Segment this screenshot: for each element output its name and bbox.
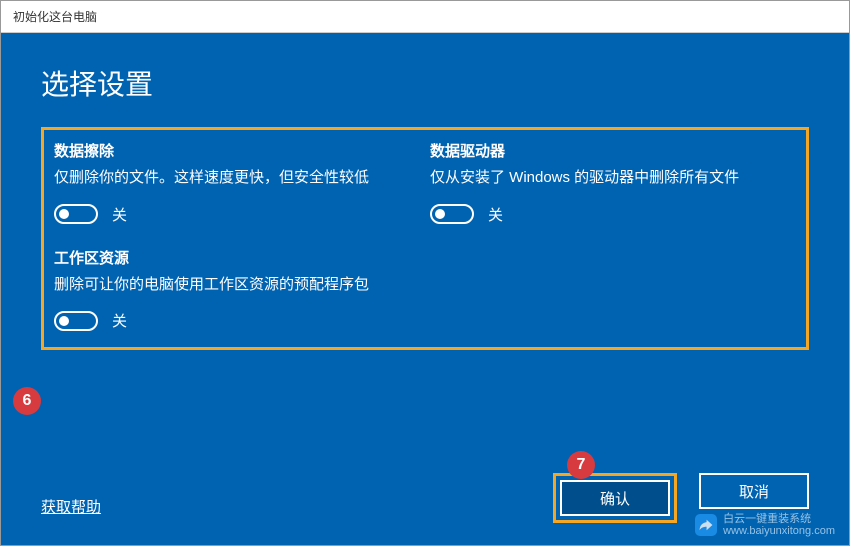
option-data-erase-desc: 仅删除你的文件。这样速度更快，但安全性较低: [54, 167, 420, 190]
confirm-highlight: 确认: [553, 473, 677, 523]
option-workspace-title: 工作区资源: [54, 247, 420, 268]
toggle-knob-icon: [435, 209, 445, 219]
content-area: 选择设置 数据擦除 仅删除你的文件。这样速度更快，但安全性较低 关 数据驱动器 …: [1, 33, 849, 545]
watermark-url: www.baiyunxitong.com: [723, 525, 835, 537]
annotation-badge-7: 7: [567, 451, 595, 479]
watermark-logo-icon: [695, 514, 717, 536]
page-title: 选择设置: [41, 63, 809, 103]
option-data-erase-toggle-row: 关: [54, 204, 420, 225]
option-data-erase-title: 数据擦除: [54, 140, 420, 161]
option-workspace: 工作区资源 删除可让你的电脑使用工作区资源的预配程序包 关: [54, 247, 420, 332]
watermark-text: 白云一键重装系统 www.baiyunxitong.com: [723, 513, 835, 537]
help-link[interactable]: 获取帮助: [41, 496, 101, 517]
confirm-button[interactable]: 确认: [560, 480, 670, 516]
option-data-drives-toggle-row: 关: [430, 204, 796, 225]
toggle-data-drives-label: 关: [488, 204, 503, 225]
option-data-drives-title: 数据驱动器: [430, 140, 796, 161]
titlebar: 初始化这台电脑: [1, 1, 849, 33]
window-title: 初始化这台电脑: [13, 8, 97, 25]
toggle-workspace-label: 关: [112, 310, 127, 331]
annotation-badge-6: 6: [13, 387, 41, 415]
toggle-data-erase[interactable]: [54, 204, 98, 224]
option-workspace-desc: 删除可让你的电脑使用工作区资源的预配程序包: [54, 274, 420, 297]
option-data-drives: 数据驱动器 仅从安装了 Windows 的驱动器中删除所有文件 关: [430, 140, 796, 225]
watermark-brand: 白云一键重装系统: [723, 513, 835, 525]
option-data-erase: 数据擦除 仅删除你的文件。这样速度更快，但安全性较低 关: [54, 140, 420, 225]
toggle-workspace[interactable]: [54, 311, 98, 331]
reset-pc-window: 初始化这台电脑 选择设置 数据擦除 仅删除你的文件。这样速度更快，但安全性较低 …: [0, 0, 850, 546]
toggle-knob-icon: [59, 316, 69, 326]
toggle-data-erase-label: 关: [112, 204, 127, 225]
options-container: 数据擦除 仅删除你的文件。这样速度更快，但安全性较低 关 数据驱动器 仅从安装了…: [41, 127, 809, 350]
toggle-data-drives[interactable]: [430, 204, 474, 224]
cancel-button[interactable]: 取消: [699, 473, 809, 509]
option-workspace-toggle-row: 关: [54, 310, 420, 331]
watermark: 白云一键重装系统 www.baiyunxitong.com: [695, 513, 835, 537]
option-data-drives-desc: 仅从安装了 Windows 的驱动器中删除所有文件: [430, 167, 796, 190]
toggle-knob-icon: [59, 209, 69, 219]
